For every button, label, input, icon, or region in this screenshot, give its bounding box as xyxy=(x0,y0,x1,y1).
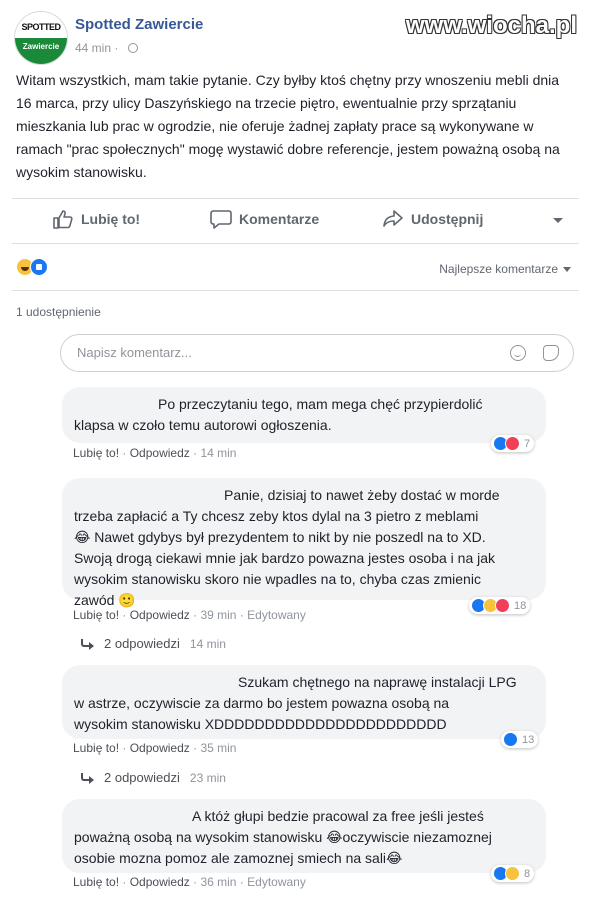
comment-reactions[interactable]: 7 xyxy=(491,435,535,452)
comment-reply-link[interactable]: Odpowiedz xyxy=(130,875,190,889)
chevron-down-icon[interactable] xyxy=(552,217,564,225)
facebook-post: SPOTTED Zawiercie Spotted Zawiercie 44 m… xyxy=(0,0,591,900)
comment-like-link[interactable]: Lubię to! xyxy=(73,875,119,889)
like-button[interactable]: Lubię to! xyxy=(52,209,140,229)
haha-reaction-icon xyxy=(505,866,520,881)
replies-count: 2 odpowiedzi xyxy=(104,770,180,785)
comment-line: poważną osobą na wysokim stanowisku 😂ocz… xyxy=(74,829,492,845)
replies-count: 2 odpowiedzi xyxy=(104,636,180,651)
thumbs-up-icon xyxy=(53,210,73,229)
emoji-icon[interactable] xyxy=(510,345,526,361)
sort-label: Najlepsze komentarze xyxy=(439,262,558,276)
comment-line: wysokim stanowisku XDDDDDDDDDDDDDDDDDDDD… xyxy=(74,716,447,732)
comment-line: wysokim stanowisku skoro nie wpadles na … xyxy=(74,571,481,587)
comment-line: A któż głupi bedzie pracowal za free jeś… xyxy=(192,808,484,824)
comment-line: w astrze, oczywiscie za darmo bo jestem … xyxy=(74,695,450,711)
divider xyxy=(12,198,579,199)
comment-meta: Lubię to! · Odpowiedz · 36 min · Edytowa… xyxy=(73,875,306,889)
comment-line: Swoją drogą ciekawi mnie jak bardzo powa… xyxy=(74,550,496,566)
comment-time[interactable]: 14 min xyxy=(200,446,236,460)
reaction-count: 13 xyxy=(522,733,535,746)
comment-button-label: Komentarze xyxy=(239,211,320,227)
speech-bubble-icon xyxy=(210,210,232,229)
love-reaction-icon xyxy=(505,436,520,451)
comment-reactions[interactable]: 13 xyxy=(501,731,539,748)
comment-reply-link[interactable]: Odpowiedz xyxy=(130,741,190,755)
like-button-label: Lubię to! xyxy=(81,211,141,227)
comment-input-box[interactable] xyxy=(60,334,574,372)
comment-reactions[interactable]: 8 xyxy=(491,865,535,882)
page-avatar[interactable]: SPOTTED Zawiercie xyxy=(14,11,68,65)
replies-time: 23 min xyxy=(189,770,226,785)
comment-line: osobie mozna pomoz ale zamoznej smiech n… xyxy=(74,850,403,866)
caret-down-icon xyxy=(563,266,571,272)
sticker-icon[interactable] xyxy=(543,345,559,361)
comment-bubble: Po przeczytaniu tego, mam mega chęć przy… xyxy=(62,387,546,443)
comment-bubble: Szukam chętnego na naprawę instalacji LP… xyxy=(62,665,546,739)
comment-like-link[interactable]: Lubię to! xyxy=(73,446,119,460)
divider xyxy=(12,243,579,244)
comment-input[interactable] xyxy=(75,344,479,361)
comment-meta: Lubię to! · Odpowiedz · 35 min xyxy=(73,741,237,755)
reaction-count: 7 xyxy=(524,437,531,450)
comment-line: Szukam chętnego na naprawę instalacji LP… xyxy=(238,674,517,690)
view-replies-link[interactable]: 2 odpowiedzi 23 min xyxy=(80,770,226,785)
comment-time[interactable]: 35 min xyxy=(200,741,236,755)
comment-reply-link[interactable]: Odpowiedz xyxy=(130,446,190,460)
comment-edited-label[interactable]: Edytowany xyxy=(247,608,306,622)
comment-meta: Lubię to! · Odpowiedz · 14 min xyxy=(73,446,237,460)
comment-reactions[interactable]: 18 xyxy=(469,597,531,614)
post-reactions[interactable] xyxy=(16,258,48,276)
avatar-logo-bottom: Zawiercie xyxy=(15,38,67,64)
comment-line: Po przeczytaniu tego, mam mega chęć przy… xyxy=(158,396,483,412)
love-reaction-icon xyxy=(495,598,510,613)
comment-reply-link[interactable]: Odpowiedz xyxy=(130,608,190,622)
comment-bubble: A któż głupi bedzie pracowal za free jeś… xyxy=(62,799,546,873)
shares-count-link[interactable]: 1 udostępnienie xyxy=(16,305,101,319)
view-replies-link[interactable]: 2 odpowiedzi 14 min xyxy=(80,636,226,651)
share-button-label: Udostępnij xyxy=(411,211,484,227)
post-timestamp[interactable]: 44 min · xyxy=(75,41,118,55)
like-reaction-icon xyxy=(30,258,48,276)
page-name-link[interactable]: Spotted Zawiercie xyxy=(75,16,203,33)
comment-time[interactable]: 39 min xyxy=(200,608,236,622)
share-arrow-icon xyxy=(383,210,403,227)
globe-icon xyxy=(128,43,138,53)
comment-line: Panie, dzisiaj to nawet żeby dostać w mo… xyxy=(224,487,500,503)
like-reaction-icon xyxy=(503,732,518,747)
comment-time[interactable]: 36 min xyxy=(200,875,236,889)
post-text: Witam wszystkich, mam takie pytanie. Czy… xyxy=(16,72,560,180)
reaction-count: 18 xyxy=(514,599,527,612)
reaction-count: 8 xyxy=(524,867,531,880)
replies-time: 14 min xyxy=(189,636,226,651)
comment-line: klapsa w czoło temu autorowi ogłoszenia. xyxy=(74,417,332,433)
avatar-logo-top: SPOTTED xyxy=(15,12,67,38)
comment-button[interactable]: Komentarze xyxy=(210,209,319,229)
comment-line: 😂 Nawet gdybys był prezydentem to nikt b… xyxy=(74,529,486,545)
comment-like-link[interactable]: Lubię to! xyxy=(73,608,119,622)
share-button[interactable]: Udostępnij xyxy=(382,209,483,229)
reply-arrow-icon xyxy=(80,638,94,650)
comment-like-link[interactable]: Lubię to! xyxy=(73,741,119,755)
comment-line: trzeba zapłacić a Ty chcesz zeby ktos dy… xyxy=(74,508,479,524)
watermark: www.wiocha.pl xyxy=(405,12,577,39)
comment-edited-label[interactable]: Edytowany xyxy=(247,875,306,889)
comment-bubble: Panie, dzisiaj to nawet żeby dostać w mo… xyxy=(62,478,546,608)
comment-sort-dropdown[interactable]: Najlepsze komentarze xyxy=(439,262,571,276)
reply-arrow-icon xyxy=(80,772,94,784)
comment-meta: Lubię to! · Odpowiedz · 39 min · Edytowa… xyxy=(73,608,306,622)
divider xyxy=(12,290,579,291)
